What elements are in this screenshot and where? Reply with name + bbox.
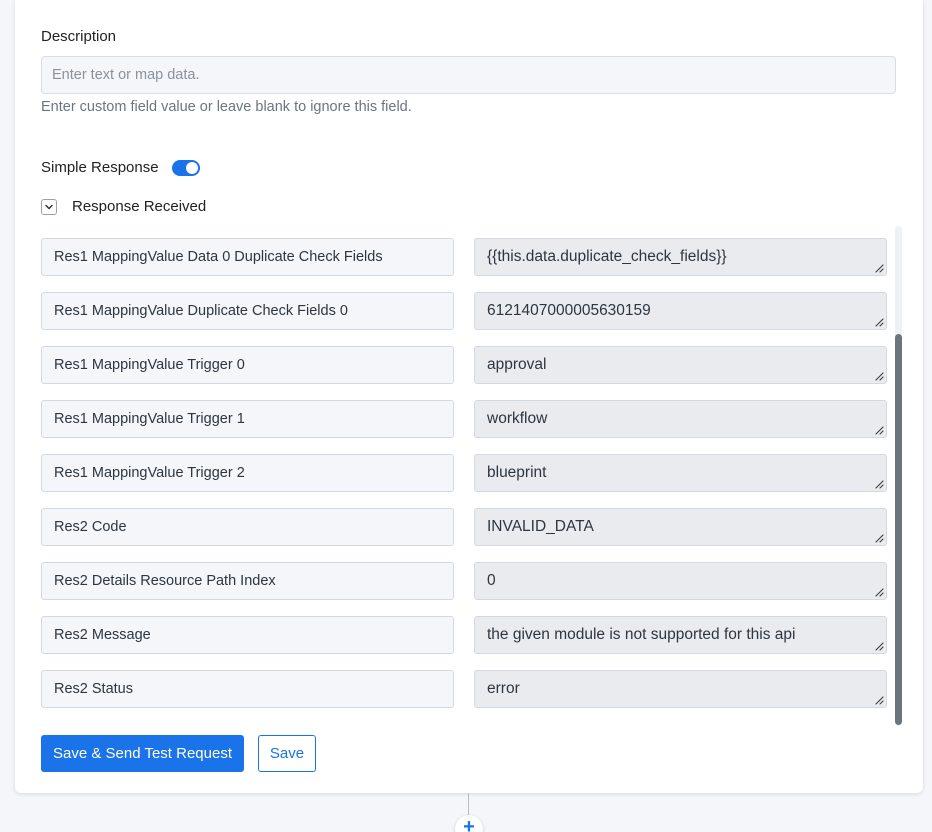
response-field-value[interactable]: 6121407000005630159 — [474, 292, 887, 330]
response-field-value[interactable]: {{this.data.duplicate_check_fields}} — [474, 238, 887, 276]
response-field-key: Res1 MappingValue Trigger 0 — [41, 346, 454, 384]
save-button[interactable]: Save — [258, 735, 316, 772]
resize-handle-icon[interactable] — [874, 479, 884, 489]
response-received-row: Response Received — [41, 198, 206, 215]
resize-handle-icon[interactable] — [874, 533, 884, 543]
response-field-value-text: workflow — [487, 410, 548, 427]
step-connector-line — [468, 793, 469, 817]
response-field-value[interactable]: the given module is not supported for th… — [474, 616, 887, 654]
simple-response-toggle[interactable] — [171, 159, 200, 176]
description-input[interactable] — [41, 56, 896, 94]
scrollbar-track[interactable] — [895, 226, 902, 726]
response-field-value[interactable]: error — [474, 670, 887, 708]
response-field-row: Res2 Details Resource Path Index 0 — [41, 562, 887, 602]
chevron-down-icon — [45, 204, 53, 209]
response-received-label: Response Received — [72, 198, 207, 215]
resize-handle-icon[interactable] — [874, 641, 884, 651]
resize-handle-icon[interactable] — [874, 317, 884, 327]
response-field-value-text: 6121407000005630159 — [487, 302, 651, 319]
response-field-value[interactable]: blueprint — [474, 454, 887, 492]
scrollbar-thumb[interactable] — [895, 334, 902, 725]
resize-handle-icon[interactable] — [874, 587, 884, 597]
description-help-text: Enter custom field value or leave blank … — [41, 99, 412, 115]
response-field-row: Res1 MappingValue Trigger 1 workflow — [41, 400, 887, 440]
resize-handle-icon[interactable] — [874, 425, 884, 435]
response-field-row: Res1 MappingValue Duplicate Check Fields… — [41, 292, 887, 332]
response-field-row: Res2 Code INVALID_DATA — [41, 508, 887, 548]
simple-response-row: Simple Response — [41, 159, 200, 176]
response-field-row: Res1 MappingValue Trigger 0 approval — [41, 346, 887, 386]
response-field-value-text: INVALID_DATA — [487, 518, 594, 535]
response-field-key: Res2 Message — [41, 616, 454, 654]
action-settings-card: Description Enter custom field value or … — [15, 0, 923, 793]
response-field-value[interactable]: 0 — [474, 562, 887, 600]
response-field-value-text: 0 — [487, 572, 496, 589]
response-field-key: Res1 MappingValue Data 0 Duplicate Check… — [41, 238, 454, 276]
response-field-value[interactable]: INVALID_DATA — [474, 508, 887, 546]
resize-handle-icon[interactable] — [874, 371, 884, 381]
response-field-value-text: approval — [487, 356, 547, 373]
simple-response-label: Simple Response — [41, 159, 159, 176]
response-field-value[interactable]: approval — [474, 346, 887, 384]
resize-handle-icon[interactable] — [874, 695, 884, 705]
save-and-send-test-request-button[interactable]: Save & Send Test Request — [41, 735, 244, 772]
description-label: Description — [41, 28, 117, 45]
response-field-value-text: {{this.data.duplicate_check_fields}} — [487, 248, 727, 265]
toggle-knob — [185, 161, 198, 174]
response-field-value-text: the given module is not supported for th… — [487, 626, 796, 643]
response-field-row: Res1 MappingValue Data 0 Duplicate Check… — [41, 238, 887, 278]
plus-icon: + — [463, 815, 475, 832]
response-field-row: Res1 MappingValue Trigger 2 blueprint — [41, 454, 887, 494]
add-step-button[interactable]: + — [455, 815, 483, 832]
response-field-key: Res2 Status — [41, 670, 454, 708]
response-field-key: Res1 MappingValue Duplicate Check Fields… — [41, 292, 454, 330]
response-field-value[interactable]: workflow — [474, 400, 887, 438]
response-field-row: Res2 Status error — [41, 670, 887, 710]
response-field-key: Res2 Code — [41, 508, 454, 546]
response-field-value-text: error — [487, 680, 520, 697]
response-field-key: Res1 MappingValue Trigger 1 — [41, 400, 454, 438]
response-received-collapse-button[interactable] — [41, 198, 57, 215]
response-field-row: Res2 Message the given module is not supp… — [41, 616, 887, 656]
resize-handle-icon[interactable] — [874, 263, 884, 273]
response-field-key: Res1 MappingValue Trigger 2 — [41, 454, 454, 492]
response-field-value-text: blueprint — [487, 464, 547, 481]
response-field-key: Res2 Details Resource Path Index — [41, 562, 454, 600]
